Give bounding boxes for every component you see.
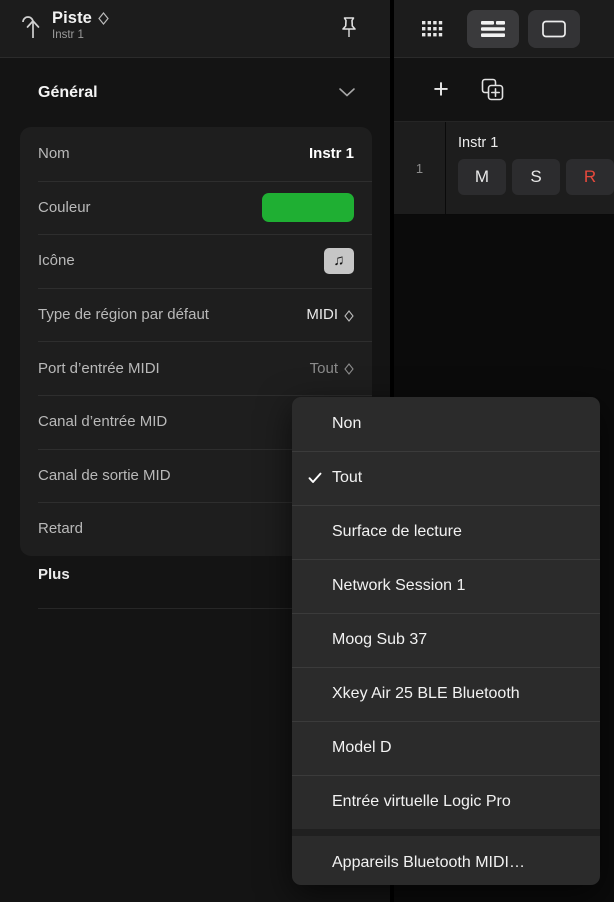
popup-value-text: MIDI: [306, 306, 338, 324]
popup-chevron-icon[interactable]: [344, 309, 354, 322]
pushpin-icon[interactable]: [336, 14, 362, 42]
checkmark-icon: [308, 471, 322, 485]
color-swatch[interactable]: [262, 192, 354, 222]
section-title: Général: [38, 83, 98, 101]
property-row-port-entree-midi[interactable]: Port d’entrée MIDI Tout: [20, 341, 372, 395]
property-value-nom[interactable]: Instr 1: [309, 145, 354, 162]
inspector-title-group[interactable]: Piste Instr 1: [52, 9, 109, 41]
duplicate-track-button[interactable]: [478, 75, 508, 105]
menu-item-label: Surface de lecture: [332, 523, 462, 540]
menu-item-label: Model D: [332, 739, 392, 756]
chevron-down-icon[interactable]: [338, 85, 356, 97]
library-grid-button[interactable]: [406, 10, 458, 48]
solo-button[interactable]: S: [512, 159, 560, 195]
menu-item-label: Entrée virtuelle Logic Pro: [332, 793, 511, 810]
property-value-port-entree-midi[interactable]: Tout: [310, 360, 354, 377]
property-row-type-region[interactable]: Type de région par défaut MIDI: [20, 287, 372, 342]
general-section-header[interactable]: Général: [0, 58, 390, 127]
main-toolbar: [394, 0, 614, 58]
menu-item-label: Xkey Air 25 BLE Bluetooth: [332, 685, 520, 702]
view-window-button[interactable]: [528, 9, 580, 48]
table-row[interactable]: 1 Instr 1 M S R: [394, 122, 614, 215]
property-label: Retard: [38, 520, 84, 538]
menu-item[interactable]: Entrée virtuelle Logic Pro: [292, 775, 600, 829]
popup-value-text: Tout: [309, 359, 338, 377]
track-name[interactable]: Instr 1: [458, 135, 614, 151]
track-control-buttons: M S R: [458, 159, 614, 195]
menu-item-label: Non: [332, 415, 362, 432]
music-note-icon[interactable]: ♫: [324, 247, 354, 274]
diamond-chevron-icon[interactable]: [98, 12, 109, 25]
property-value-couleur[interactable]: [262, 192, 354, 222]
page-title: Piste: [52, 9, 92, 27]
screen-rect-icon: [542, 20, 566, 37]
track-header-toolbar: +: [394, 58, 614, 122]
inspector-subtitle: Instr 1: [52, 29, 84, 41]
record-enable-button[interactable]: R: [566, 159, 614, 195]
property-label: Type de région par défaut: [38, 306, 209, 324]
property-label: Couleur: [38, 198, 91, 216]
menu-item-label: Appareils Bluetooth MIDI…: [332, 854, 525, 871]
inspector-header: Piste Instr 1: [0, 0, 390, 58]
property-label: Port d’entrée MIDI: [38, 359, 160, 377]
popup-chevron-icon[interactable]: [344, 362, 354, 376]
menu-item-label: Moog Sub 37: [332, 631, 428, 648]
track-number: 1: [394, 122, 446, 214]
property-row-nom[interactable]: Nom Instr 1: [20, 127, 372, 181]
property-row-couleur[interactable]: Couleur: [20, 180, 372, 235]
menu-item[interactable]: Model D: [292, 721, 600, 775]
add-track-button[interactable]: +: [426, 75, 456, 105]
inspector-button[interactable]: [467, 9, 519, 48]
mute-button[interactable]: M: [458, 159, 506, 195]
menu-item-label: Network Session 1: [332, 577, 466, 594]
track-header-body: Instr 1 M S R: [446, 122, 614, 214]
property-label: Nom: [38, 145, 70, 163]
list-lines-icon: [481, 20, 505, 37]
menu-item[interactable]: Non: [292, 397, 600, 451]
menu-item-label: Tout: [332, 469, 363, 486]
menu-item[interactable]: Moog Sub 37: [292, 613, 600, 667]
midi-input-port-menu[interactable]: Non Tout Surface de lecture Network Session…: [292, 397, 600, 885]
property-label: Icône: [38, 252, 75, 270]
menu-separator: [292, 829, 600, 836]
menu-item[interactable]: Network Session 1: [292, 559, 600, 613]
grid-dots-icon: [422, 20, 443, 36]
menu-item[interactable]: Xkey Air 25 BLE Bluetooth: [292, 667, 600, 721]
app-window: Piste Instr 1 Général Nom Instr 1 Couleu…: [0, 0, 614, 902]
menu-item[interactable]: Tout: [292, 451, 600, 505]
property-label: Canal de sortie MID: [38, 466, 171, 484]
duplicate-track-icon: [481, 78, 504, 100]
property-value-icone[interactable]: ♫: [324, 247, 354, 274]
menu-item[interactable]: Surface de lecture: [292, 505, 600, 559]
property-label: Canal d’entrée MID: [38, 413, 168, 431]
plus-icon: +: [433, 74, 449, 104]
arrow-up-hook-icon[interactable]: [22, 14, 44, 40]
property-row-icone[interactable]: Icône ♫: [20, 234, 372, 288]
menu-item[interactable]: Appareils Bluetooth MIDI…: [292, 836, 600, 885]
property-value-type-region[interactable]: MIDI: [306, 306, 354, 323]
